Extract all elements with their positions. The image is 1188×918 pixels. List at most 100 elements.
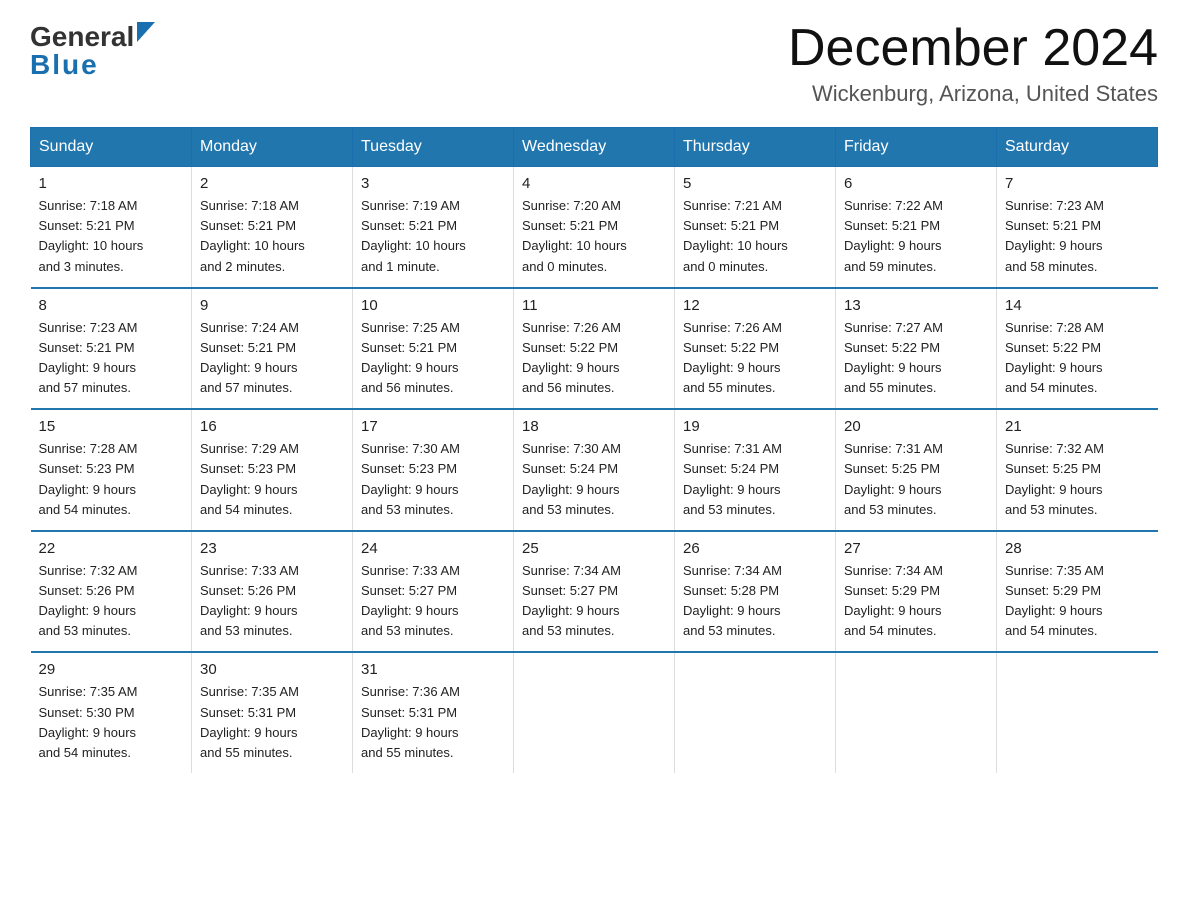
day-detail: Sunrise: 7:34 AMSunset: 5:29 PMDaylight:… (844, 561, 988, 642)
col-header-sunday: Sunday (31, 128, 192, 167)
day-detail: Sunrise: 7:31 AMSunset: 5:24 PMDaylight:… (683, 439, 827, 520)
day-detail: Sunrise: 7:34 AMSunset: 5:28 PMDaylight:… (683, 561, 827, 642)
day-detail: Sunrise: 7:26 AMSunset: 5:22 PMDaylight:… (522, 318, 666, 399)
calendar-header-row: SundayMondayTuesdayWednesdayThursdayFrid… (31, 128, 1158, 167)
calendar-cell: 7Sunrise: 7:23 AMSunset: 5:21 PMDaylight… (997, 167, 1158, 288)
col-header-thursday: Thursday (675, 128, 836, 167)
calendar-cell: 30Sunrise: 7:35 AMSunset: 5:31 PMDayligh… (192, 652, 353, 773)
calendar-cell: 2 Sunrise: 7:18 AMSunset: 5:21 PMDaylight… (192, 167, 353, 288)
calendar-cell (836, 652, 997, 773)
day-number: 16 (200, 418, 344, 435)
calendar-cell: 26 Sunrise: 7:34 AMSunset: 5:28 PMDayligh… (675, 531, 836, 653)
day-number: 4 (522, 175, 666, 192)
day-detail: Sunrise: 7:26 AMSunset: 5:22 PMDaylight:… (683, 318, 827, 399)
day-number: 23 (200, 540, 344, 557)
calendar-cell (675, 652, 836, 773)
day-detail: Sunrise: 7:22 AMSunset: 5:21 PMDaylight:… (844, 196, 988, 277)
calendar-cell: 10Sunrise: 7:25 AMSunset: 5:21 PMDayligh… (353, 288, 514, 410)
day-detail: Sunrise: 7:35 AMSunset: 5:30 PMDaylight:… (39, 682, 184, 763)
day-number: 9 (200, 297, 344, 314)
calendar-cell: 29 Sunrise: 7:35 AMSunset: 5:30 PMDayligh… (31, 652, 192, 773)
calendar-cell (997, 652, 1158, 773)
calendar-cell: 17 Sunrise: 7:30 AMSunset: 5:23 PMDayligh… (353, 409, 514, 531)
location-subtitle: Wickenburg, Arizona, United States (788, 81, 1158, 107)
day-number: 7 (1005, 175, 1150, 192)
day-number: 5 (683, 175, 827, 192)
calendar-week-row: 8 Sunrise: 7:23 AMSunset: 5:21 PMDaylight… (31, 288, 1158, 410)
day-detail: Sunrise: 7:28 AMSunset: 5:23 PMDaylight:… (39, 439, 184, 520)
calendar-table: SundayMondayTuesdayWednesdayThursdayFrid… (30, 127, 1158, 773)
day-detail: Sunrise: 7:34 AMSunset: 5:27 PMDaylight:… (522, 561, 666, 642)
calendar-cell: 15 Sunrise: 7:28 AMSunset: 5:23 PMDayligh… (31, 409, 192, 531)
col-header-wednesday: Wednesday (514, 128, 675, 167)
day-number: 30 (200, 661, 344, 678)
calendar-cell: 1 Sunrise: 7:18 AMSunset: 5:21 PMDaylight… (31, 167, 192, 288)
calendar-cell: 11Sunrise: 7:26 AMSunset: 5:22 PMDayligh… (514, 288, 675, 410)
day-detail: Sunrise: 7:20 AMSunset: 5:21 PMDaylight:… (522, 196, 666, 277)
calendar-cell: 27Sunrise: 7:34 AMSunset: 5:29 PMDayligh… (836, 531, 997, 653)
calendar-cell: 21Sunrise: 7:32 AMSunset: 5:25 PMDayligh… (997, 409, 1158, 531)
month-title: December 2024 (788, 20, 1158, 77)
day-number: 29 (39, 661, 184, 678)
day-detail: Sunrise: 7:18 AMSunset: 5:21 PMDaylight:… (200, 196, 344, 277)
day-number: 1 (39, 175, 184, 192)
day-number: 15 (39, 418, 184, 435)
calendar-cell: 4 Sunrise: 7:20 AMSunset: 5:21 PMDaylight… (514, 167, 675, 288)
day-number: 22 (39, 540, 184, 557)
title-area: December 2024 Wickenburg, Arizona, Unite… (788, 20, 1158, 107)
calendar-cell: 5 Sunrise: 7:21 AMSunset: 5:21 PMDaylight… (675, 167, 836, 288)
day-detail: Sunrise: 7:31 AMSunset: 5:25 PMDaylight:… (844, 439, 988, 520)
day-detail: Sunrise: 7:33 AMSunset: 5:27 PMDaylight:… (361, 561, 505, 642)
day-detail: Sunrise: 7:30 AMSunset: 5:23 PMDaylight:… (361, 439, 505, 520)
calendar-cell: 13 Sunrise: 7:27 AMSunset: 5:22 PMDayligh… (836, 288, 997, 410)
day-number: 3 (361, 175, 505, 192)
calendar-week-row: 29 Sunrise: 7:35 AMSunset: 5:30 PMDayligh… (31, 652, 1158, 773)
day-number: 12 (683, 297, 827, 314)
day-detail: Sunrise: 7:18 AMSunset: 5:21 PMDaylight:… (39, 196, 184, 277)
day-detail: Sunrise: 7:32 AMSunset: 5:26 PMDaylight:… (39, 561, 184, 642)
calendar-cell: 22 Sunrise: 7:32 AMSunset: 5:26 PMDayligh… (31, 531, 192, 653)
day-detail: Sunrise: 7:21 AMSunset: 5:21 PMDaylight:… (683, 196, 827, 277)
day-number: 26 (683, 540, 827, 557)
calendar-cell (514, 652, 675, 773)
day-detail: Sunrise: 7:28 AMSunset: 5:22 PMDaylight:… (1005, 318, 1150, 399)
day-detail: Sunrise: 7:30 AMSunset: 5:24 PMDaylight:… (522, 439, 666, 520)
col-header-friday: Friday (836, 128, 997, 167)
day-number: 8 (39, 297, 184, 314)
calendar-cell: 16Sunrise: 7:29 AMSunset: 5:23 PMDayligh… (192, 409, 353, 531)
day-number: 13 (844, 297, 988, 314)
calendar-week-row: 15 Sunrise: 7:28 AMSunset: 5:23 PMDayligh… (31, 409, 1158, 531)
calendar-cell: 24 Sunrise: 7:33 AMSunset: 5:27 PMDayligh… (353, 531, 514, 653)
day-detail: Sunrise: 7:27 AMSunset: 5:22 PMDaylight:… (844, 318, 988, 399)
calendar-cell: 6 Sunrise: 7:22 AMSunset: 5:21 PMDaylight… (836, 167, 997, 288)
day-detail: Sunrise: 7:23 AMSunset: 5:21 PMDaylight:… (39, 318, 184, 399)
day-detail: Sunrise: 7:35 AMSunset: 5:29 PMDaylight:… (1005, 561, 1150, 642)
day-number: 25 (522, 540, 666, 557)
calendar-cell: 12 Sunrise: 7:26 AMSunset: 5:22 PMDayligh… (675, 288, 836, 410)
calendar-week-row: 22 Sunrise: 7:32 AMSunset: 5:26 PMDayligh… (31, 531, 1158, 653)
calendar-cell: 8 Sunrise: 7:23 AMSunset: 5:21 PMDaylight… (31, 288, 192, 410)
day-detail: Sunrise: 7:32 AMSunset: 5:25 PMDaylight:… (1005, 439, 1150, 520)
day-number: 20 (844, 418, 988, 435)
day-number: 6 (844, 175, 988, 192)
calendar-cell: 28 Sunrise: 7:35 AMSunset: 5:29 PMDayligh… (997, 531, 1158, 653)
calendar-cell: 23 Sunrise: 7:33 AMSunset: 5:26 PMDayligh… (192, 531, 353, 653)
day-number: 2 (200, 175, 344, 192)
day-number: 31 (361, 661, 505, 678)
day-detail: Sunrise: 7:25 AMSunset: 5:21 PMDaylight:… (361, 318, 505, 399)
calendar-cell: 20 Sunrise: 7:31 AMSunset: 5:25 PMDayligh… (836, 409, 997, 531)
calendar-cell: 3Sunrise: 7:19 AMSunset: 5:21 PMDaylight… (353, 167, 514, 288)
day-number: 19 (683, 418, 827, 435)
day-number: 17 (361, 418, 505, 435)
calendar-cell: 18 Sunrise: 7:30 AMSunset: 5:24 PMDayligh… (514, 409, 675, 531)
calendar-cell: 9Sunrise: 7:24 AMSunset: 5:21 PMDaylight… (192, 288, 353, 410)
day-number: 24 (361, 540, 505, 557)
day-number: 18 (522, 418, 666, 435)
col-header-saturday: Saturday (997, 128, 1158, 167)
calendar-cell: 19 Sunrise: 7:31 AMSunset: 5:24 PMDayligh… (675, 409, 836, 531)
logo-blue-text: Blue (30, 48, 155, 82)
day-detail: Sunrise: 7:33 AMSunset: 5:26 PMDaylight:… (200, 561, 344, 642)
day-number: 28 (1005, 540, 1150, 557)
calendar-cell: 14Sunrise: 7:28 AMSunset: 5:22 PMDayligh… (997, 288, 1158, 410)
col-header-monday: Monday (192, 128, 353, 167)
